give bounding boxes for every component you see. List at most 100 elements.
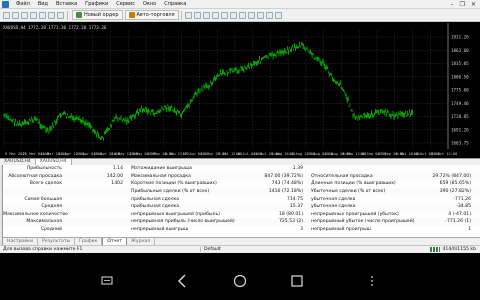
menu-help[interactable]: Справка	[160, 0, 190, 9]
table-row: Абсолютная просадка 142.00 Максимальная пр…	[3, 172, 480, 181]
status-traffic-value: 414/0/1155 kb	[442, 247, 476, 252]
nav-recents-icon[interactable]	[291, 275, 303, 287]
report-value: 1.14	[112, 166, 123, 172]
report-metric-value: 743 (74.48%)	[271, 181, 303, 187]
zoom-in-icon[interactable]	[211, 11, 219, 19]
report-metric-value-2: 390 (27.82%)	[439, 189, 471, 195]
data-window-icon[interactable]	[30, 11, 37, 19]
toolbar-separator	[67, 10, 68, 20]
report-metric: непрерывных выигрышей (прибыль)	[131, 211, 220, 217]
toolbar: Новый ордер Авто-торговля	[0, 9, 480, 22]
price-tick-label: 1911.20	[451, 35, 469, 40]
navigator-icon[interactable]	[39, 11, 46, 19]
report-label: Максимальная	[26, 219, 62, 225]
new-order-icon	[76, 12, 82, 18]
bar-chart-icon[interactable]	[184, 11, 192, 19]
report-metric: Короткие позиции (% выигравших)	[131, 181, 217, 187]
menu-file[interactable]: Файл	[12, 0, 34, 9]
android-nav-bar	[0, 263, 480, 300]
indicators-icon[interactable]	[256, 11, 264, 19]
report-metric-2: Относительная просадка	[311, 173, 373, 179]
status-profile: Default	[200, 247, 320, 252]
menu-tools[interactable]: Сервис	[112, 0, 139, 9]
line-chart-icon[interactable]	[202, 11, 210, 19]
autotrading-label: Авто-торговля	[136, 12, 175, 18]
candlestick-icon[interactable]	[193, 11, 201, 19]
table-row: Самая большая прибыльная сделка 714.75 убыт…	[3, 195, 480, 203]
price-tick-label: 1806.50	[451, 74, 469, 79]
report-label: Средний	[40, 227, 62, 233]
table-row: Всего сделок 1402 Короткие позиции (% выиг…	[3, 180, 480, 188]
tab-settings[interactable]: Настройки	[3, 238, 38, 245]
price-tick-label: 1663.75	[451, 141, 469, 146]
minimize-icon[interactable]: –	[451, 1, 454, 8]
tester-icon[interactable]	[57, 11, 64, 19]
nav-menu-icon[interactable]	[371, 276, 373, 286]
report-metric-value: 18 (80.01)	[278, 211, 303, 217]
table-row: Максимальная непрерывная прибыль (число в…	[3, 218, 480, 226]
time-tick-label: 22 Oct 12:00	[431, 152, 457, 156]
close-icon[interactable]: ✕	[471, 1, 476, 8]
report-table: Прибыльность 1.14 Матожидание выигрыша 1.39…	[3, 165, 480, 237]
nav-hide-keyboard-icon[interactable]	[101, 276, 113, 285]
report-metric-2: Убыточные сделки (% от всех)	[311, 189, 386, 195]
report-metric-value: 1.39	[292, 166, 303, 172]
tab-results[interactable]: Результаты	[38, 238, 76, 245]
report-metric-2: убыточная сделка	[311, 204, 356, 210]
status-traffic: 414/0/1155 kb	[430, 247, 480, 252]
report-metric-value: 847.00 (39.72%)	[264, 173, 303, 179]
table-row: Средний непрерывный выигрыш 3 непрерывный п…	[3, 226, 480, 234]
report-metric: прибыльная сделка	[131, 196, 180, 202]
report-metric-2: непрерывный проигрыш	[311, 227, 371, 233]
report-label: Самая большая	[24, 196, 62, 202]
restore-icon[interactable]: ❐	[460, 1, 465, 8]
price-tick-label: 1691.20	[451, 127, 469, 132]
autoscroll-icon[interactable]	[238, 11, 246, 19]
report-metric-value-2: 1	[468, 227, 471, 233]
price-chart-canvas[interactable]: 1911.20 1863.60 1835.05 1806.50 1775.60 1749.…	[0, 23, 480, 158]
periods-icon[interactable]	[265, 11, 273, 19]
report-metric-2: непрерывных проигрышей (убыток)	[311, 211, 399, 217]
report-metric: непрерывный выигрыш	[131, 227, 189, 233]
tab-journal[interactable]: Журнал	[127, 238, 156, 245]
menu-view[interactable]: Вид	[34, 0, 52, 9]
terminal-icon[interactable]	[48, 11, 55, 19]
report-metric-value: 725.53 (2)	[278, 219, 303, 225]
chart-shift-icon[interactable]	[247, 11, 255, 19]
new-chart-icon[interactable]	[3, 11, 10, 19]
tile-windows-icon[interactable]	[229, 11, 237, 19]
report-metric-value-2: 4 (-47.01)	[448, 211, 471, 217]
menu-window[interactable]: Окно	[139, 0, 160, 9]
price-chart[interactable]: 1911.20 1863.60 1835.05 1806.50 1775.60 1749.…	[0, 23, 480, 158]
table-row: Максимальное количество непрерывных выигр…	[3, 211, 480, 219]
price-tick-label: 1775.60	[451, 88, 469, 93]
market-watch-icon[interactable]	[21, 11, 28, 19]
autotrading-button[interactable]: Авто-торговля	[124, 10, 179, 20]
zoom-out-icon[interactable]	[220, 11, 228, 19]
new-order-label: Новый ордер	[84, 12, 119, 18]
status-bar: Для вызова справки нажмите F1 Default 41…	[0, 245, 480, 253]
price-tick-label: 1749.40	[451, 101, 469, 106]
price-tick-label: 1720.85	[451, 114, 469, 119]
tester-tabs: Настройки Результаты График Отчет Журнал	[3, 237, 480, 246]
menu-insert[interactable]: Вставка	[52, 0, 81, 9]
report-metric-value-2: 659 (85.65%)	[439, 181, 471, 187]
report-value: 1402	[111, 181, 123, 187]
nav-back-icon[interactable]	[178, 274, 186, 288]
menu-charts[interactable]: Графики	[81, 0, 112, 9]
profiles-icon[interactable]	[12, 11, 19, 19]
report-label: Максимальное количество	[3, 211, 68, 217]
report-metric-2: убыточная сделка	[311, 196, 356, 202]
report-label: Средняя	[41, 204, 62, 210]
report-metric-value-2: -34.85	[456, 204, 471, 210]
nav-bar-icons	[101, 274, 373, 288]
report-label: Всего сделок	[29, 181, 62, 187]
tab-graph[interactable]: График	[75, 238, 103, 245]
window-controls: – ❐ ✕	[451, 1, 480, 8]
nav-home-icon[interactable]	[233, 274, 247, 288]
screen-gap	[0, 253, 480, 263]
templates-icon[interactable]	[274, 11, 282, 19]
menu-bar: Файл Вид Вставка Графики Сервис Окно Спр…	[0, 0, 480, 9]
new-order-button[interactable]: Новый ордер	[72, 10, 123, 20]
report-metric: Матожидание выигрыша	[131, 166, 192, 172]
